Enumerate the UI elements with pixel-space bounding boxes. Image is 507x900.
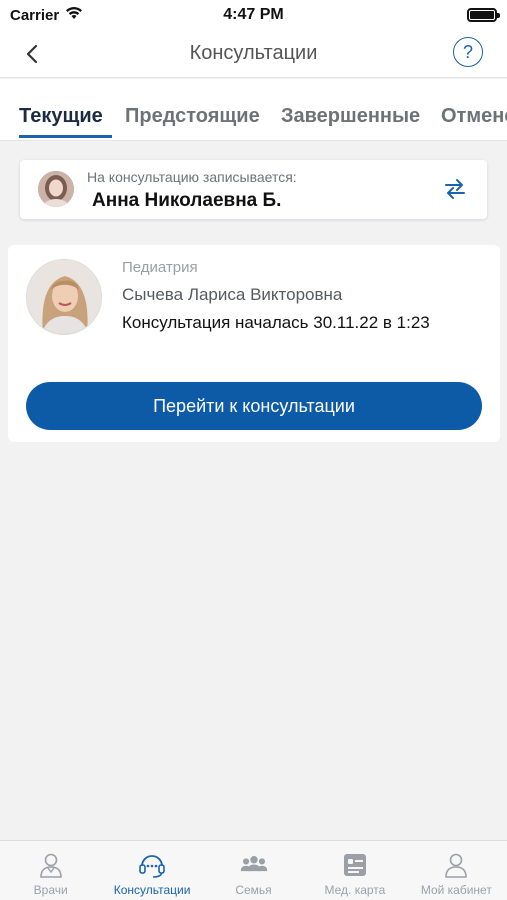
consultation-card: Педиатрия Сычева Лариса Викторовна Консу…	[8, 245, 500, 442]
bottom-tab-label: Консультации	[113, 883, 191, 897]
swap-arrows-icon[interactable]	[443, 177, 467, 201]
help-icon: ?	[462, 41, 473, 62]
bottom-tab-profile[interactable]: Мой кабинет	[406, 841, 507, 900]
patient-caption: На консультацию записывается:	[87, 169, 297, 185]
tab-cancelled[interactable]: Отменённые	[441, 105, 507, 128]
back-button[interactable]	[18, 40, 46, 68]
go-to-consultation-button[interactable]: Перейти к консультации	[26, 382, 482, 430]
nav-bar: Консультации ?	[0, 30, 507, 78]
bottom-tab-doctors[interactable]: Врачи	[0, 841, 101, 900]
bottom-tab-label: Мой кабинет	[420, 883, 492, 897]
battery-icon	[467, 8, 500, 22]
patient-selector[interactable]: На консультацию записывается: Анна Никол…	[20, 160, 487, 219]
bottom-tab-bar: Врачи Консультации Семья Мед. карта Мой …	[0, 840, 507, 900]
profile-icon	[441, 850, 471, 880]
carrier-label: Carrier	[10, 6, 60, 24]
bottom-tab-medical-card[interactable]: Мед. карта	[304, 841, 405, 900]
headset-icon	[137, 850, 167, 880]
status-left: Carrier	[10, 6, 83, 24]
patient-name: Анна Николаевна Б.	[92, 190, 282, 211]
tab-completed[interactable]: Завершенные	[281, 105, 420, 128]
bottom-tab-consultations[interactable]: Консультации	[101, 841, 202, 900]
doctor-name: Сычева Лариса Викторовна	[122, 285, 343, 304]
help-button[interactable]: ?	[453, 37, 483, 67]
bottom-tab-label: Мед. карта	[324, 883, 386, 897]
doctor-icon	[36, 850, 66, 880]
bottom-tab-family[interactable]: Семья	[203, 841, 304, 900]
chevron-left-icon	[26, 44, 38, 64]
doctor-avatar	[26, 259, 102, 335]
bottom-tab-label: Врачи	[33, 883, 68, 897]
bottom-tab-label: Семья	[235, 883, 272, 897]
page-title: Консультации	[189, 42, 318, 64]
patient-avatar	[38, 171, 74, 207]
family-icon	[239, 850, 269, 880]
consultation-status: Консультация началась 30.11.22 в 1:23	[122, 313, 430, 332]
tab-current[interactable]: Текущие	[19, 105, 103, 128]
doctor-specialty: Педиатрия	[122, 259, 198, 276]
tabs-bar: Текущие Предстоящие Завершенные Отменённ…	[0, 79, 507, 141]
tab-upcoming[interactable]: Предстоящие	[125, 105, 260, 128]
wifi-icon	[65, 6, 83, 24]
medical-card-icon	[340, 850, 370, 880]
active-tab-indicator	[19, 135, 112, 138]
status-bar: Carrier 4:47 PM	[0, 0, 507, 30]
